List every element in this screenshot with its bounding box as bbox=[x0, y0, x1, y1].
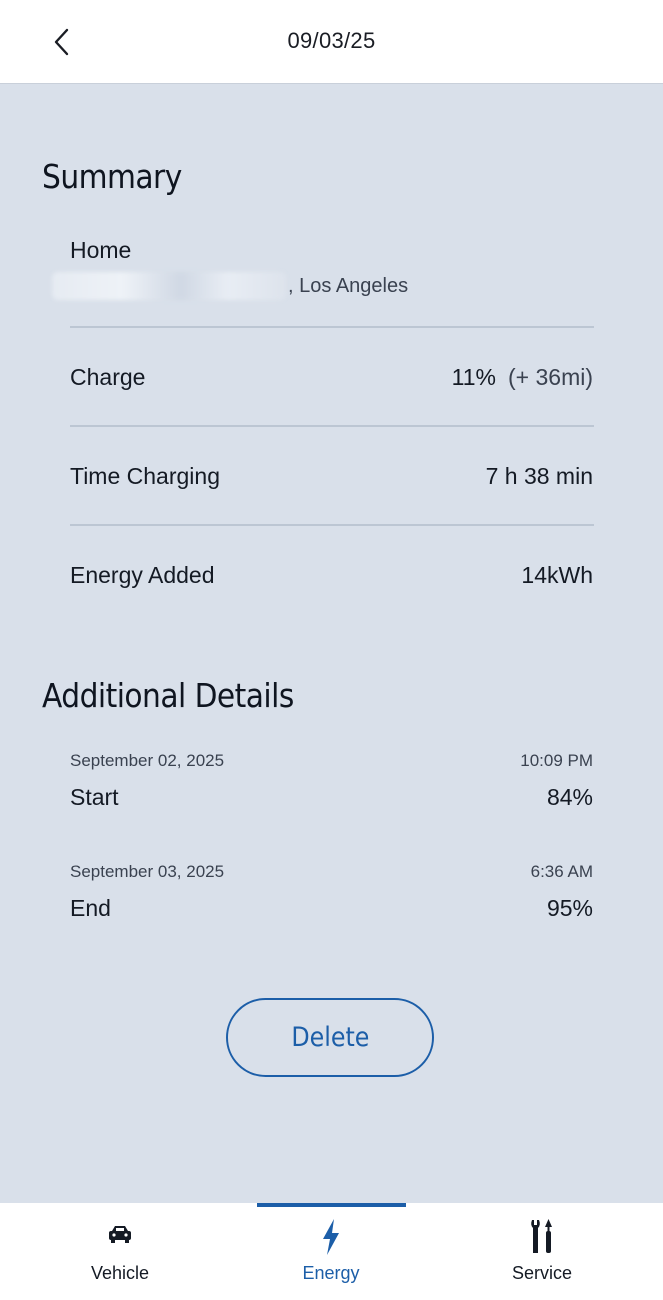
charge-value-group: 11% (+ 36mi) bbox=[452, 364, 593, 391]
bottom-nav: Vehicle Energy Service bbox=[0, 1203, 663, 1300]
divider bbox=[70, 326, 594, 328]
start-label: Start bbox=[70, 784, 119, 810]
nav-tab-energy[interactable]: Energy bbox=[261, 1203, 401, 1300]
start-value: 84% bbox=[546, 784, 593, 810]
divider bbox=[70, 524, 594, 526]
time-charging-label: Time Charging bbox=[70, 463, 220, 489]
location-city: , Los Angeles bbox=[288, 274, 409, 297]
end-time: 6:36 AM bbox=[530, 862, 593, 881]
location-address: , Los Angeles bbox=[52, 272, 408, 300]
charge-label: Charge bbox=[70, 364, 146, 390]
nav-tab-vehicle[interactable]: Vehicle bbox=[50, 1203, 190, 1300]
redacted-address bbox=[52, 272, 286, 300]
nav-tab-service[interactable]: Service bbox=[472, 1203, 612, 1300]
nav-label-energy: Energy bbox=[302, 1263, 360, 1283]
delete-button[interactable]: Delete bbox=[226, 998, 434, 1077]
charge-value: 11% bbox=[451, 364, 496, 390]
start-date: September 02, 2025 bbox=[70, 751, 225, 770]
energy-added-value: 14kWh bbox=[521, 562, 593, 588]
nav-label-service: Service bbox=[511, 1263, 573, 1283]
start-time: 10:09 PM bbox=[520, 751, 593, 770]
energy-added-label: Energy Added bbox=[70, 562, 215, 588]
time-charging-value: 7 h 38 min bbox=[485, 463, 593, 489]
end-label: End bbox=[70, 895, 111, 921]
additional-details-heading: Additional Details bbox=[42, 676, 294, 715]
end-date: September 03, 2025 bbox=[70, 862, 225, 881]
nav-label-vehicle: Vehicle bbox=[90, 1263, 150, 1283]
tools-icon bbox=[531, 1219, 552, 1253]
page-title: 09/03/25 bbox=[287, 28, 376, 53]
delete-button-label: Delete bbox=[290, 1022, 370, 1053]
location-name: Home bbox=[70, 237, 132, 263]
end-value: 95% bbox=[546, 895, 593, 921]
car-icon bbox=[109, 1226, 131, 1243]
charge-range: (+ 36mi) bbox=[508, 364, 593, 390]
lightning-bolt-icon bbox=[323, 1219, 339, 1255]
summary-heading: Summary bbox=[42, 157, 182, 196]
top-bar: 09/03/25 bbox=[0, 0, 663, 84]
divider bbox=[70, 425, 594, 427]
